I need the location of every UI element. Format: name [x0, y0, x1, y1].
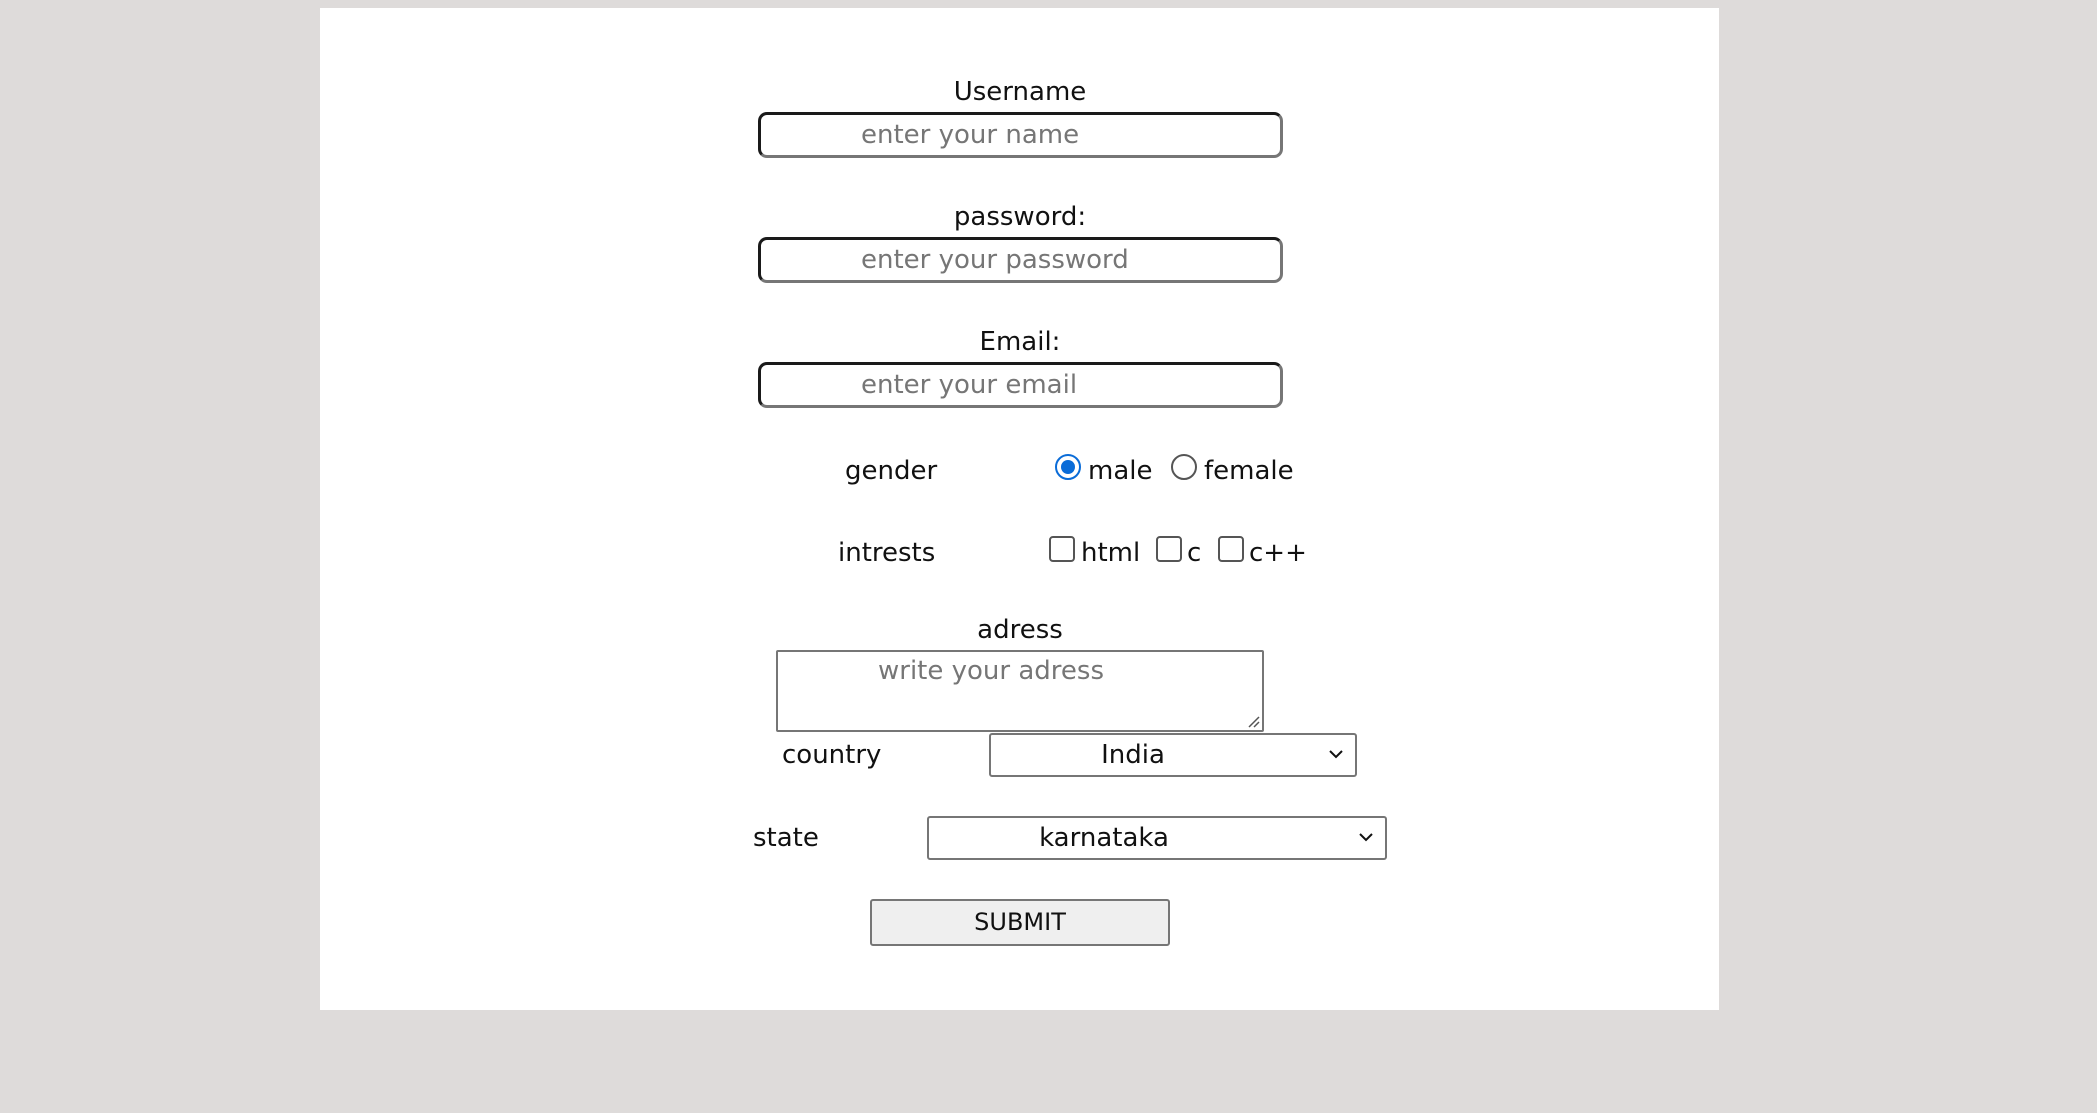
gender-female-label[interactable]: female [1204, 455, 1294, 487]
email-input[interactable] [758, 362, 1283, 408]
interests-label: intrests [838, 538, 936, 568]
form-card: Username password: Email: gender male fe… [320, 8, 1719, 1010]
interest-c-label[interactable]: c [1187, 537, 1201, 569]
email-label: Email: [979, 327, 1061, 357]
submit-button[interactable]: SUBMIT [870, 899, 1170, 946]
country-label: country [782, 740, 882, 770]
state-selected-value: karnataka [1039, 823, 1169, 853]
password-label: password: [953, 202, 1087, 232]
username-input[interactable] [758, 112, 1283, 158]
country-selected-value: India [1101, 740, 1165, 770]
resize-handle-icon[interactable] [1246, 714, 1260, 728]
state-select[interactable]: karnataka [927, 816, 1387, 860]
address-label: adress [977, 615, 1063, 645]
interest-cpp-label[interactable]: c++ [1249, 537, 1307, 569]
interest-c-checkbox[interactable] [1156, 536, 1182, 562]
username-label: Username [953, 77, 1087, 107]
interest-html-label[interactable]: html [1081, 537, 1140, 569]
interest-html-checkbox[interactable] [1049, 536, 1075, 562]
chevron-down-icon [1359, 833, 1373, 842]
state-label: state [753, 823, 819, 853]
gender-male-radio[interactable] [1055, 454, 1081, 480]
gender-female-radio[interactable] [1171, 454, 1197, 480]
interest-cpp-checkbox[interactable] [1218, 536, 1244, 562]
gender-label: gender [845, 456, 938, 486]
address-placeholder: write your adress [878, 656, 1105, 686]
address-textarea[interactable]: write your adress [776, 650, 1264, 732]
password-input[interactable] [758, 237, 1283, 283]
chevron-down-icon [1329, 750, 1343, 759]
gender-male-label[interactable]: male [1088, 455, 1152, 487]
country-select[interactable]: India [989, 733, 1357, 777]
